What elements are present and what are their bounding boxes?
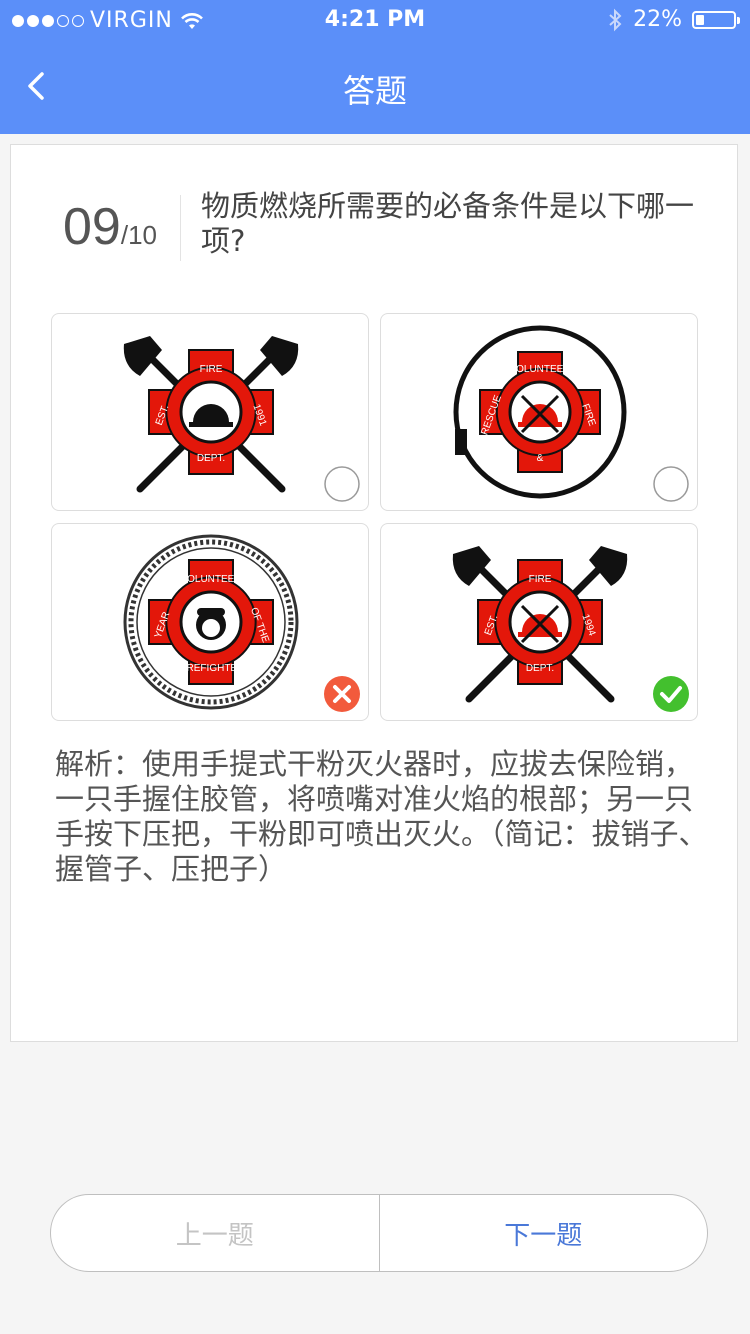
fire-dept-badge-image: VOLUNTEER RESCUE FIRE & xyxy=(453,325,627,499)
question-divider xyxy=(180,195,181,261)
radio-circle-icon xyxy=(324,466,360,502)
badge-label-top: FIRE xyxy=(200,364,223,375)
next-question-button[interactable]: 下一题 xyxy=(380,1195,708,1271)
option-a[interactable]: FIRE EST. 1991 DEPT. xyxy=(51,313,369,511)
bluetooth-icon xyxy=(609,8,622,31)
battery-level xyxy=(696,14,704,25)
badge-label-bottom: DEPT. xyxy=(526,663,554,674)
fire-dept-badge-image: FIRE EST. 1991 DEPT. xyxy=(123,336,299,493)
battery-icon xyxy=(692,10,740,29)
option-c[interactable]: VOLUNTEER YEAR OF THE FIREFIGHTER xyxy=(51,523,369,721)
question-total: /10 xyxy=(120,220,157,250)
badge-label-top: FIRE xyxy=(529,574,552,585)
fire-dept-badge-image: FIRE EST. 1994 DEPT. xyxy=(452,546,628,703)
page-title: 答题 xyxy=(342,72,407,110)
status-bar: VIRGIN 4:21 PM 22% xyxy=(0,0,750,40)
pager-buttons: 上一题 下一题 xyxy=(50,1194,708,1272)
badge-label-top: VOLUNTEER xyxy=(180,574,241,585)
badge-label-bottom: DEPT. xyxy=(197,453,225,464)
badge-label-bottom: & xyxy=(537,453,544,464)
radio-circle-icon xyxy=(653,466,689,502)
question-text: 物质燃烧所需要的必备条件是以下哪一项? xyxy=(201,189,695,258)
option-b[interactable]: VOLUNTEER RESCUE FIRE & xyxy=(380,313,698,511)
header-bar: VIRGIN 4:21 PM 22% 答题 xyxy=(0,0,750,134)
battery-percent: 22% xyxy=(633,7,682,32)
status-right: 22% xyxy=(607,7,740,32)
badge-label-top: VOLUNTEER xyxy=(509,364,570,375)
question-current: 09 xyxy=(63,198,121,256)
wrong-mark-icon xyxy=(324,676,360,712)
fire-dept-badge-image: VOLUNTEER YEAR OF THE FIREFIGHTER xyxy=(123,534,299,710)
question-number: 09/10 xyxy=(63,197,157,257)
option-d[interactable]: FIRE EST. 1994 DEPT. xyxy=(380,523,698,721)
analysis-text: 解析：使用手提式干粉灭火器时，应拔去保险销，一只手握住胶管，将喷嘴对准火焰的根部… xyxy=(55,747,708,886)
correct-mark-icon xyxy=(653,676,689,712)
badge-label-bottom: FIREFIGHTER xyxy=(178,663,245,674)
prev-question-button[interactable]: 上一题 xyxy=(51,1195,380,1271)
question-card: 09/10 物质燃烧所需要的必备条件是以下哪一项? FIRE EST. 1991… xyxy=(10,144,738,1042)
